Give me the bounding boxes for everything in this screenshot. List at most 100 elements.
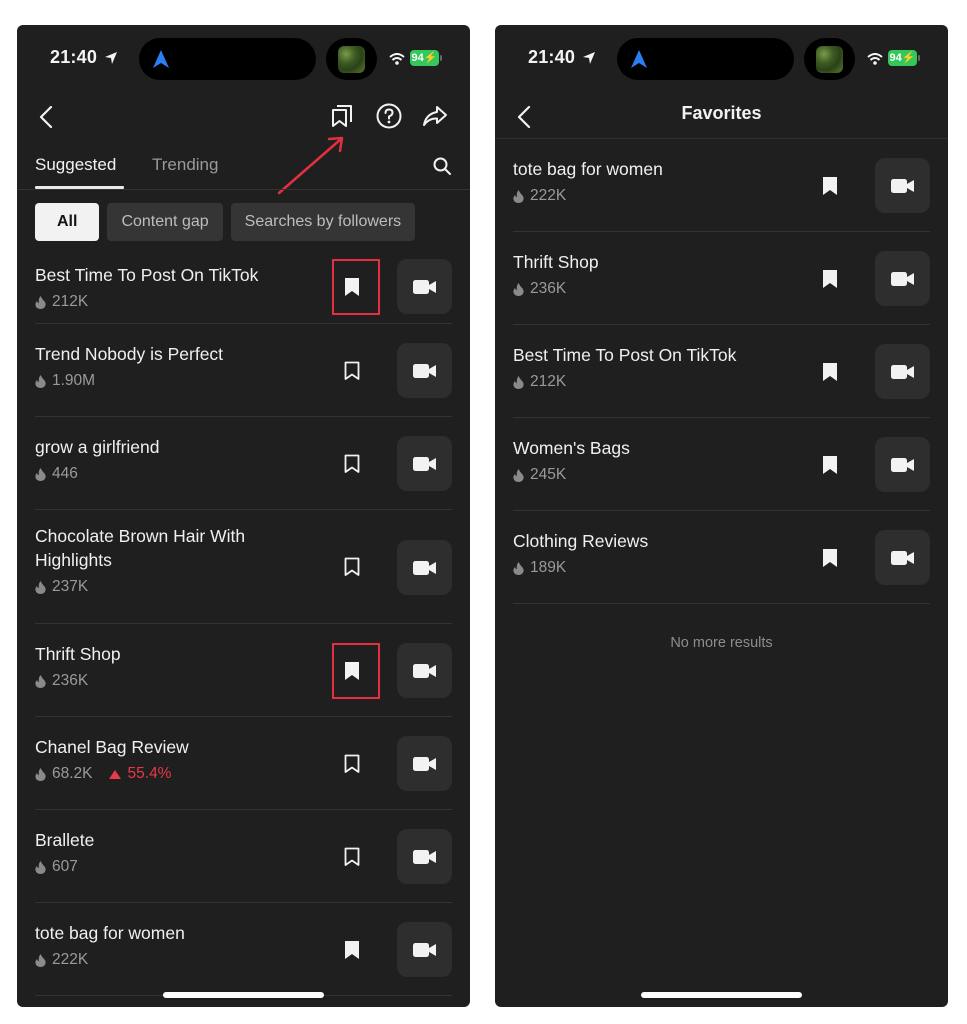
create-video-button[interactable] [875, 251, 930, 306]
video-camera-icon [890, 364, 914, 379]
bookmark-button[interactable] [810, 538, 850, 578]
status-bar: 21:40 94⚡ [17, 25, 470, 95]
topic-row[interactable]: tote bag for women 222K [513, 139, 930, 232]
tab-suggested[interactable]: Suggested [35, 155, 116, 175]
bookmark-button[interactable] [332, 930, 372, 970]
video-camera-icon [890, 457, 914, 472]
bookmark-filled-icon [823, 270, 837, 288]
filter-chips: All Content gap Searches by followers [35, 203, 416, 241]
favorites-list: tote bag for women 222K Thrift Shop 236K Bes… [513, 139, 930, 604]
bookmark-button[interactable] [810, 352, 850, 392]
topic-stats: 189K [513, 559, 793, 577]
create-video-button[interactable] [875, 158, 930, 213]
create-video-button[interactable] [397, 736, 452, 791]
topic-row[interactable]: Thrift Shop 236K [35, 624, 452, 717]
page-title: Favorites [681, 103, 762, 123]
create-video-button[interactable] [397, 540, 452, 595]
bookmark-button[interactable] [332, 744, 372, 784]
flame-icon [35, 467, 46, 481]
topic-stats: 212K [35, 293, 315, 311]
topic-row[interactable]: tote bag for women 222K [35, 903, 452, 996]
favorites-bookmark-icon [332, 105, 352, 127]
topic-row[interactable]: Best Time To Post On TikTok 212K [35, 249, 452, 324]
bookmark-filled-icon [823, 456, 837, 474]
topic-row[interactable]: Chocolate Brown Hair With Highlights 237K [35, 510, 452, 624]
flame-icon [35, 580, 46, 594]
location-arrow-icon [583, 52, 595, 64]
navigation-icon [153, 50, 169, 68]
topic-stats: 245K [513, 466, 793, 484]
view-count: 222K [530, 187, 567, 204]
suggested-topics-list: Best Time To Post On TikTok 212K Trend Nob… [35, 249, 452, 996]
topic-title: grow a girlfriend [35, 437, 160, 457]
dynamic-island [617, 38, 794, 80]
bookmark-filled-icon [345, 278, 359, 296]
bookmark-button[interactable] [332, 444, 372, 484]
topic-row[interactable]: Chanel Bag Review 68.2K 55.4% [35, 717, 452, 810]
tab-bar: Suggested Trending [17, 145, 470, 190]
bookmark-outline-icon [344, 454, 360, 473]
create-video-button[interactable] [397, 829, 452, 884]
now-playing-island [804, 38, 855, 80]
view-count: 212K [530, 373, 567, 390]
topic-row[interactable]: Women's Bags 245K [513, 418, 930, 511]
bookmark-button[interactable] [810, 259, 850, 299]
flame-icon [35, 860, 46, 874]
battery-nub [440, 55, 442, 61]
status-bar: 21:40 94⚡ [495, 25, 948, 95]
topic-row[interactable]: Best Time To Post On TikTok 212K [513, 325, 930, 418]
home-indicator[interactable] [641, 992, 802, 998]
flame-icon [513, 468, 524, 482]
navigation-icon [631, 50, 647, 68]
favorites-button[interactable] [328, 101, 358, 131]
topic-row[interactable]: Clothing Reviews 189K [513, 511, 930, 604]
trend-percent: 55.4% [127, 765, 172, 782]
battery-nub [918, 55, 920, 61]
topic-stats: 1.90M [35, 372, 315, 390]
help-button[interactable] [374, 101, 404, 131]
flame-icon [513, 189, 524, 203]
wifi-icon [389, 53, 405, 65]
topic-title: Thrift Shop [35, 644, 121, 664]
home-indicator[interactable] [163, 992, 324, 998]
search-icon[interactable] [432, 156, 452, 176]
back-button[interactable] [35, 101, 57, 133]
filter-searches-by-followers[interactable]: Searches by followers [230, 203, 416, 241]
filter-content-gap[interactable]: Content gap [107, 203, 223, 241]
view-count: 222K [52, 951, 89, 968]
video-camera-icon [412, 279, 436, 294]
create-video-button[interactable] [397, 922, 452, 977]
topic-title: Best Time To Post On TikTok [513, 345, 737, 365]
flame-icon [513, 282, 524, 296]
topic-row[interactable]: grow a girlfriend 446 [35, 417, 452, 510]
share-button[interactable] [420, 101, 450, 131]
view-count: 237K [52, 578, 89, 595]
video-camera-icon [412, 456, 436, 471]
create-video-button[interactable] [397, 259, 452, 314]
topic-row[interactable]: Brallete 607 [35, 810, 452, 903]
bookmark-button[interactable] [332, 267, 372, 307]
bookmark-button[interactable] [810, 445, 850, 485]
create-video-button[interactable] [397, 343, 452, 398]
topic-title: Brallete [35, 830, 95, 850]
tab-trending[interactable]: Trending [152, 155, 218, 175]
create-video-button[interactable] [875, 344, 930, 399]
no-more-results-label: No more results [670, 635, 773, 651]
bookmark-button[interactable] [332, 651, 372, 691]
view-count: 607 [52, 858, 78, 875]
bookmark-button[interactable] [332, 547, 372, 587]
view-count: 189K [530, 559, 567, 576]
create-video-button[interactable] [397, 643, 452, 698]
bookmark-button[interactable] [332, 837, 372, 877]
video-camera-icon [890, 178, 914, 193]
bookmark-button[interactable] [810, 166, 850, 206]
bookmark-outline-icon [344, 361, 360, 380]
create-video-button[interactable] [397, 436, 452, 491]
topic-row[interactable]: Trend Nobody is Perfect 1.90M [35, 324, 452, 417]
topic-row[interactable]: Thrift Shop 236K [513, 232, 930, 325]
create-video-button[interactable] [875, 437, 930, 492]
filter-all[interactable]: All [35, 203, 100, 241]
bookmark-outline-icon [344, 754, 360, 773]
bookmark-button[interactable] [332, 351, 372, 391]
create-video-button[interactable] [875, 530, 930, 585]
